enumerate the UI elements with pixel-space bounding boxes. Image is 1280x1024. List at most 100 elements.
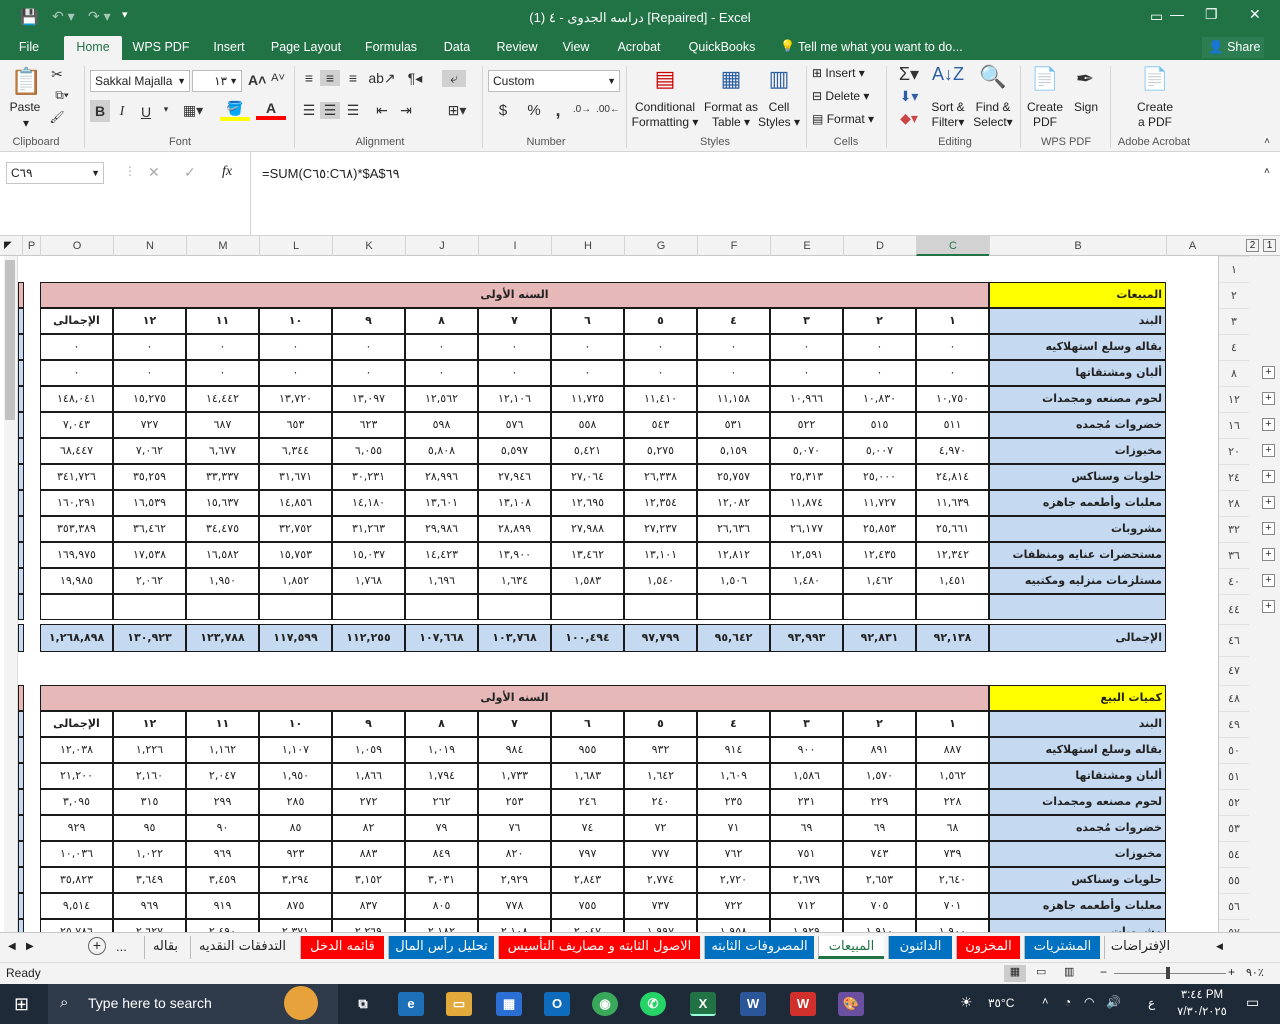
autosum-icon[interactable]: Σ▾	[894, 64, 924, 85]
sort-filter-icon[interactable]: A↓Z	[932, 64, 964, 85]
month-header[interactable]: ٢	[843, 308, 916, 334]
increase-decimal-icon[interactable]: .0→	[570, 104, 594, 115]
font-name-select[interactable]: Sakkal Majalla ▼	[90, 70, 190, 92]
sheet-tab[interactable]: المشتريات	[1024, 936, 1100, 959]
data-cell[interactable]: ٠	[770, 360, 843, 386]
column-header[interactable]: B	[989, 236, 1166, 256]
column-p-edge-cell[interactable]	[18, 542, 24, 568]
row-item-label[interactable]: مخبوزات	[989, 438, 1166, 464]
total-cell[interactable]: ٩٣,٩٩٣	[770, 624, 843, 652]
data-cell[interactable]: ٩٥	[113, 815, 186, 841]
data-cell[interactable]: ٢٧,٩٨٨	[551, 516, 624, 542]
data-cell[interactable]: ٧٥٥	[551, 893, 624, 919]
data-cell[interactable]: ٧٩	[405, 815, 478, 841]
row-item-label[interactable]: معلبات وأطعمه جاهزه	[989, 893, 1166, 919]
tab-wps-pdf[interactable]: WPS PDF	[130, 36, 192, 60]
data-cell[interactable]: ٦٨٧	[186, 412, 259, 438]
row-header[interactable]: ٤٠	[1219, 568, 1249, 594]
data-cell[interactable]: ٩٠٠	[770, 737, 843, 763]
data-cell[interactable]: ١٥,٦٣٧	[186, 490, 259, 516]
store-icon[interactable]: ▦	[496, 992, 522, 1016]
data-cell[interactable]: ٧٢٢	[697, 893, 770, 919]
data-cell[interactable]: ١,١٠٧	[259, 737, 332, 763]
tab-home[interactable]: Home	[64, 36, 122, 60]
row-item-label[interactable]: ألبان ومشتقاتها	[989, 763, 1166, 789]
month-header[interactable]: ١٠	[259, 711, 332, 737]
row-header[interactable]: ٢	[1219, 282, 1249, 308]
data-cell[interactable]: ٣,٢٩٤	[259, 867, 332, 893]
expand-group-icon[interactable]: +	[1262, 418, 1275, 431]
paint-icon[interactable]: 🎨	[838, 992, 864, 1016]
data-cell[interactable]: ١٢,٤٣٥	[843, 542, 916, 568]
data-cell[interactable]: ٠	[624, 334, 697, 360]
data-cell[interactable]: ٧٤٣	[843, 841, 916, 867]
paste-button[interactable]: Paste	[6, 100, 44, 115]
data-cell[interactable]: ١٣,٤٦٢	[551, 542, 624, 568]
row-header[interactable]: ٣٢	[1219, 516, 1249, 542]
data-cell[interactable]: ٠	[40, 334, 113, 360]
column-p-edge-cell[interactable]	[18, 624, 24, 652]
cut-icon[interactable]: ✂	[48, 66, 66, 83]
outlook-icon[interactable]: O	[544, 992, 570, 1016]
data-cell[interactable]: ١٢,٣٥٤	[624, 490, 697, 516]
row-item-label[interactable]: مستلزمات منزليه ومكتبيه	[989, 568, 1166, 594]
wifi-icon[interactable]: ◠	[1084, 995, 1094, 1009]
column-header[interactable]: N	[113, 236, 186, 256]
data-cell[interactable]: ٣,٠٣١	[405, 867, 478, 893]
data-cell[interactable]: ١٣,٩٠٠	[478, 542, 551, 568]
sort-filter-button[interactable]: Sort & Filter▾	[926, 100, 970, 130]
sheet-tab[interactable]: قائمه الدخل	[300, 936, 384, 959]
collapse-ribbon-icon[interactable]: ˄	[1260, 136, 1274, 147]
data-cell[interactable]: ٢,٢٦٩	[332, 919, 405, 932]
row-header[interactable]: ٢٠	[1219, 438, 1249, 464]
decrease-font-icon[interactable]: A˅	[270, 72, 286, 84]
data-cell[interactable]: ١,٩٩٧	[624, 919, 697, 932]
data-cell[interactable]: ٢,٠٦٢	[113, 568, 186, 594]
row-header[interactable]: ٤٤	[1219, 594, 1249, 624]
insert-function-button[interactable]: fx	[222, 164, 232, 180]
data-cell[interactable]: ٢٨,٨٩٩	[478, 516, 551, 542]
data-cell[interactable]: ٢٥,٧٥٧	[697, 464, 770, 490]
column-p-edge-cell[interactable]	[18, 516, 24, 542]
align-bottom-icon[interactable]: ≡	[344, 70, 362, 86]
close-button[interactable]: ✕	[1249, 6, 1261, 23]
data-cell[interactable]: ٠	[332, 360, 405, 386]
data-cell[interactable]: ٢٩٩	[186, 789, 259, 815]
month-header[interactable]: ١٢	[113, 308, 186, 334]
month-header[interactable]: ٦	[551, 308, 624, 334]
data-cell[interactable]: ٩٣٢	[624, 737, 697, 763]
data-cell[interactable]: ٧٠٥	[843, 893, 916, 919]
data-cell[interactable]: ٧٧٧	[624, 841, 697, 867]
data-cell[interactable]: ٢,١٨٢	[405, 919, 478, 932]
conditional-formatting-button[interactable]: Conditional Formatting ▾	[630, 100, 700, 130]
sheet-tab[interactable]: بقاله	[144, 936, 186, 959]
data-cell[interactable]	[40, 594, 113, 620]
data-cell[interactable]: ٣,٦٤٩	[113, 867, 186, 893]
data-cell[interactable]: ١٢,٥٦٢	[405, 386, 478, 412]
borders-icon[interactable]: ▦▾	[178, 102, 208, 119]
month-header[interactable]: ٩	[332, 308, 405, 334]
data-cell[interactable]: ١,٧٦٨	[332, 568, 405, 594]
data-cell[interactable]: ١,٥٦٢	[916, 763, 989, 789]
data-cell[interactable]: ٠	[113, 334, 186, 360]
data-cell[interactable]: ٣٤١,٧٢٦	[40, 464, 113, 490]
cancel-icon[interactable]: ✕	[148, 164, 160, 181]
data-cell[interactable]: ٢,٤٩٠	[186, 919, 259, 932]
data-cell[interactable]: ٧٣٩	[916, 841, 989, 867]
data-cell[interactable]: ١٤٨,٠٤١	[40, 386, 113, 412]
percent-button[interactable]: %	[524, 102, 544, 119]
row-item-label[interactable]: خضروات مُجمده	[989, 815, 1166, 841]
increase-indent-icon[interactable]: ⇥	[396, 102, 416, 119]
month-header[interactable]: الإجمالى	[40, 711, 113, 737]
taskbar-search-box[interactable]: ⌕ Type here to search	[48, 984, 338, 1024]
data-cell[interactable]: ١٣,١٠١	[624, 542, 697, 568]
data-cell[interactable]	[113, 594, 186, 620]
total-cell[interactable]: ٩٢,١٣٨	[916, 624, 989, 652]
sheet-tab[interactable]: المخزون	[956, 936, 1020, 959]
data-cell[interactable]: ١٢,٦٩٥	[551, 490, 624, 516]
data-cell[interactable]: ١,٥٨٣	[551, 568, 624, 594]
column-p-edge-cell[interactable]	[18, 763, 24, 789]
edge-icon[interactable]: e	[398, 992, 424, 1016]
row-header[interactable]: ٥٦	[1219, 893, 1249, 919]
column-header[interactable]: L	[259, 236, 332, 256]
